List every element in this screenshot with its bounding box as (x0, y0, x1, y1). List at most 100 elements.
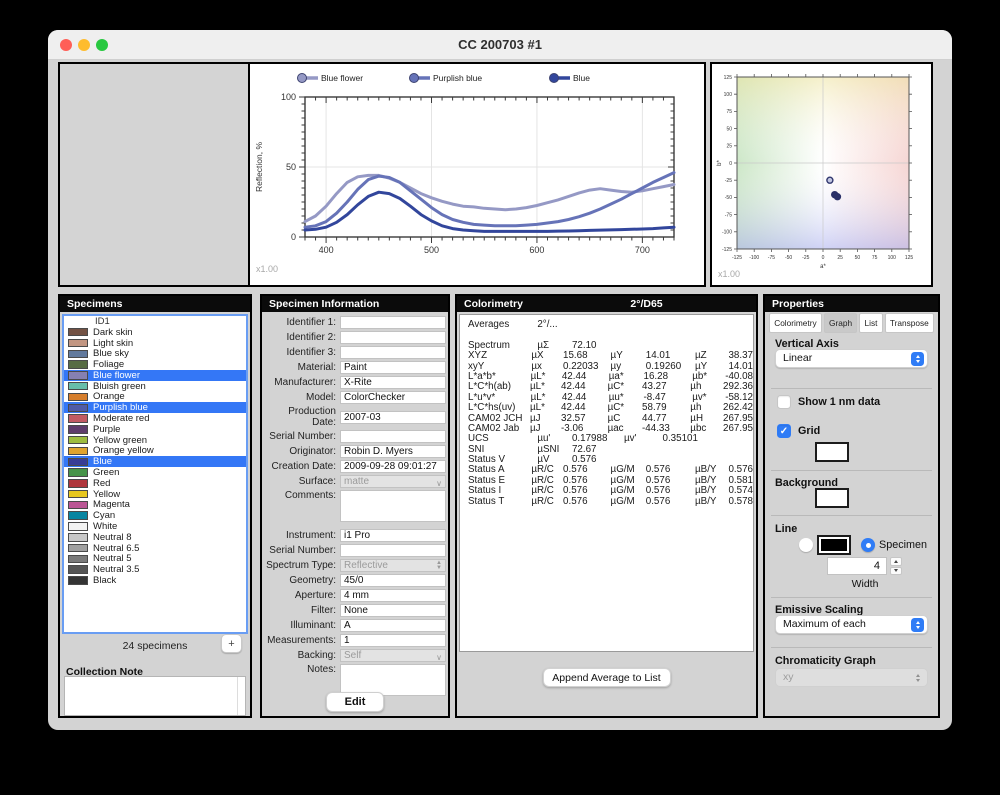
field-input[interactable] (340, 331, 446, 344)
field-input[interactable] (340, 430, 446, 443)
tab-colorimetry[interactable]: Colorimetry (769, 313, 822, 333)
specimen-row[interactable]: Bluish green (64, 381, 246, 392)
specimen-row[interactable]: Orange (64, 392, 246, 403)
show-1nm-checkbox[interactable] (777, 395, 791, 409)
specimen-label: Yellow green (93, 435, 147, 446)
specimens-list[interactable]: ID1Dark skinLight skinBlue skyFoliageBlu… (62, 314, 248, 634)
svg-text:-100: -100 (749, 255, 759, 261)
specimen-row[interactable]: Purple (64, 424, 246, 435)
metric-symbol (716, 454, 753, 464)
field-input[interactable]: 4 mm (340, 589, 446, 602)
metric-value: 43.27 (642, 381, 690, 391)
metric-symbol: µZ (695, 350, 728, 360)
color-swatch (68, 576, 88, 585)
field-input[interactable]: 1 (340, 634, 446, 647)
divider (771, 597, 932, 598)
field-input[interactable]: 2007-03 (340, 411, 446, 424)
metric-value: 42.44 (562, 371, 609, 381)
line-color-well[interactable] (817, 535, 851, 555)
colorimetry-row: CAM02 JCHµJ32.57µC44.77µH267.95 (468, 413, 753, 423)
specimen-row[interactable]: Dark skin (64, 327, 246, 338)
field-label: Backing: (264, 650, 340, 661)
specimen-row[interactable]: Neutral 8 (64, 532, 246, 543)
chromaticity-graph-value: xy (783, 671, 794, 683)
field-label: Identifier 3: (264, 347, 340, 358)
specimen-row[interactable]: Blue sky (64, 348, 246, 359)
specimen-row[interactable]: Cyan (64, 510, 246, 521)
specimen-label: Blue sky (93, 348, 129, 359)
metric-value: 72.67 (572, 444, 624, 454)
collection-note-input[interactable] (64, 676, 246, 716)
line-color-radio[interactable] (799, 538, 813, 552)
field-input[interactable]: 45/0 (340, 574, 446, 587)
properties-tabs: ColorimetryGraphListTranspose (769, 313, 934, 333)
divider (771, 388, 932, 389)
field-label: Comments: (264, 490, 340, 501)
edit-button[interactable]: Edit (326, 692, 384, 712)
background-color-well[interactable] (815, 488, 849, 508)
specimen-row[interactable]: Neutral 6.5 (64, 543, 246, 554)
svg-text:0: 0 (729, 161, 732, 167)
metric-value: 0.22033 (563, 361, 611, 371)
metric-value: 42.44 (562, 392, 609, 402)
specimen-row[interactable]: Foliage (64, 359, 246, 370)
line-width-input[interactable]: 4 (827, 557, 887, 575)
field-input[interactable] (340, 316, 446, 329)
colorimetry-row: Averages2°/... (468, 319, 753, 329)
field-input[interactable]: Robin D. Myers (340, 445, 446, 458)
metric-symbol: µJ (530, 423, 561, 433)
specimen-row[interactable]: Light skin (64, 338, 246, 349)
line-width-stepper[interactable] (890, 557, 902, 575)
metric-value: 0.576 (646, 496, 695, 506)
specimen-row[interactable]: Magenta (64, 500, 246, 511)
svg-text:125: 125 (724, 75, 733, 81)
specimen-row[interactable]: Purplish blue (64, 402, 246, 413)
specimen-label: Red (93, 478, 110, 489)
svg-text:400: 400 (319, 245, 334, 255)
tab-graph[interactable]: Graph (824, 313, 857, 333)
field-input[interactable]: Paint (340, 361, 446, 374)
metric-symbol: µY (611, 350, 646, 360)
specimen-row[interactable]: Blue flower (64, 370, 246, 381)
specimen-row[interactable]: Neutral 3.5 (64, 564, 246, 575)
metric-symbol: µbc (690, 423, 723, 433)
field-input[interactable]: ColorChecker (340, 391, 446, 404)
grid-checkbox[interactable]: ✓ (777, 424, 791, 438)
metric-symbol: µSNI (537, 444, 572, 454)
info-row: Identifier 2: (264, 331, 450, 344)
vertical-axis-select[interactable]: Linear (775, 349, 928, 368)
specimen-row[interactable]: Yellow (64, 489, 246, 500)
field-input[interactable]: X-Rite (340, 376, 446, 389)
info-row: Spectrum Type:Reflective▲▼ (264, 559, 450, 572)
metric-symbol: µR/C (531, 485, 563, 495)
field-input[interactable]: i1 Pro (340, 529, 446, 542)
specimen-row[interactable]: Blue (64, 456, 246, 467)
specimen-row[interactable]: Red (64, 478, 246, 489)
emissive-scaling-select[interactable]: Maximum of each (775, 615, 928, 634)
field-input[interactable]: 2009-09-28 09:01:27 (340, 460, 446, 473)
specimen-row[interactable]: Orange yellow (64, 446, 246, 457)
append-average-button[interactable]: Append Average to List (543, 668, 671, 687)
field-input[interactable] (340, 490, 446, 522)
tab-list[interactable]: List (859, 313, 882, 333)
spectral-chart-panel: 400500600700050100Blue flowerPurplish bl… (248, 62, 706, 287)
specimen-row[interactable]: White (64, 521, 246, 532)
metric-value: 0.576 (563, 475, 611, 485)
grid-color-well[interactable] (815, 442, 849, 462)
specimen-row[interactable]: Yellow green (64, 435, 246, 446)
field-input[interactable]: A (340, 619, 446, 632)
field-input[interactable] (340, 346, 446, 359)
field-input[interactable] (340, 544, 446, 557)
tab-transpose[interactable]: Transpose (885, 313, 934, 333)
specimen-row[interactable]: Moderate red (64, 413, 246, 424)
metric-value: -44.33 (642, 423, 690, 433)
specimen-row[interactable]: Neutral 5 (64, 554, 246, 565)
specimen-row[interactable]: Green (64, 467, 246, 478)
scrollbar[interactable] (237, 677, 238, 715)
specimen-row[interactable]: Black (64, 575, 246, 586)
specimen-radio[interactable] (861, 538, 875, 552)
field-input[interactable]: None (340, 604, 446, 617)
field-label: Aperture: (264, 590, 340, 601)
add-specimen-button[interactable]: + (221, 634, 242, 653)
color-swatch (68, 447, 88, 456)
